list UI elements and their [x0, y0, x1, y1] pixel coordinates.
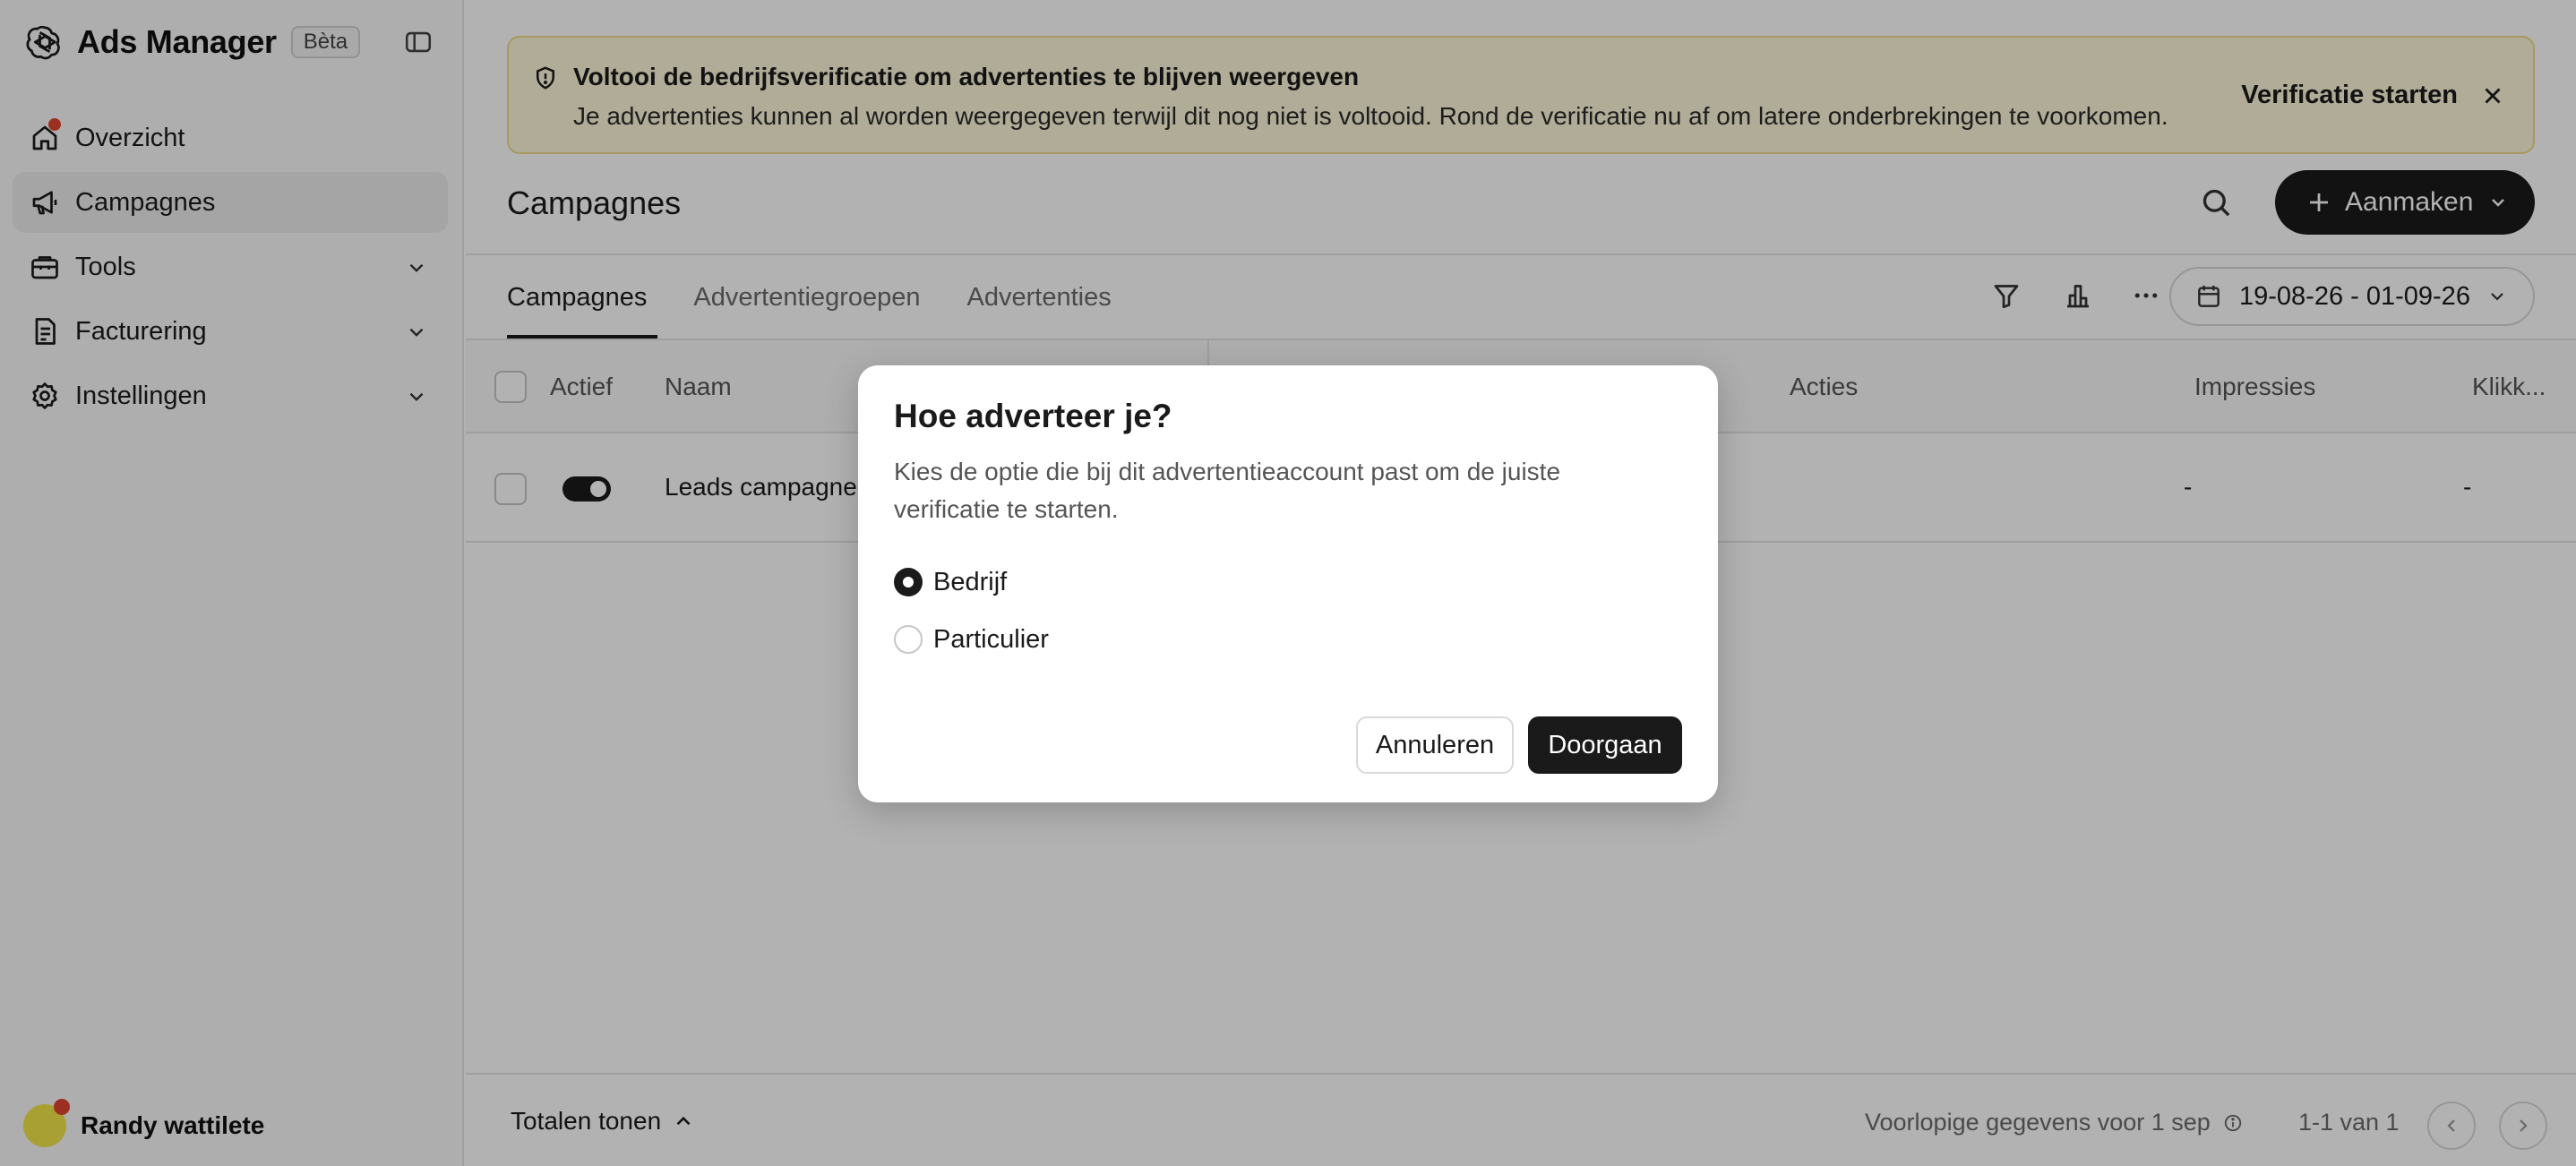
option-label: Particulier	[933, 624, 1049, 654]
radio-button[interactable]	[894, 625, 923, 654]
dialog-title: Hoe adverteer je?	[894, 398, 1172, 434]
radio-button[interactable]	[894, 568, 923, 596]
continue-button[interactable]: Doorgaan	[1528, 716, 1682, 774]
cancel-button[interactable]: Annuleren	[1356, 716, 1514, 774]
option-bedrijf[interactable]: Bedrijf	[894, 564, 1007, 600]
dialog-description: Kies de optie die bij dit advertentieacc…	[894, 458, 1561, 523]
option-label: Bedrijf	[933, 567, 1008, 596]
advertiser-type-dialog: Hoe adverteer je? Kies de optie die bij …	[858, 365, 1718, 802]
option-particulier[interactable]: Particulier	[894, 622, 1049, 657]
